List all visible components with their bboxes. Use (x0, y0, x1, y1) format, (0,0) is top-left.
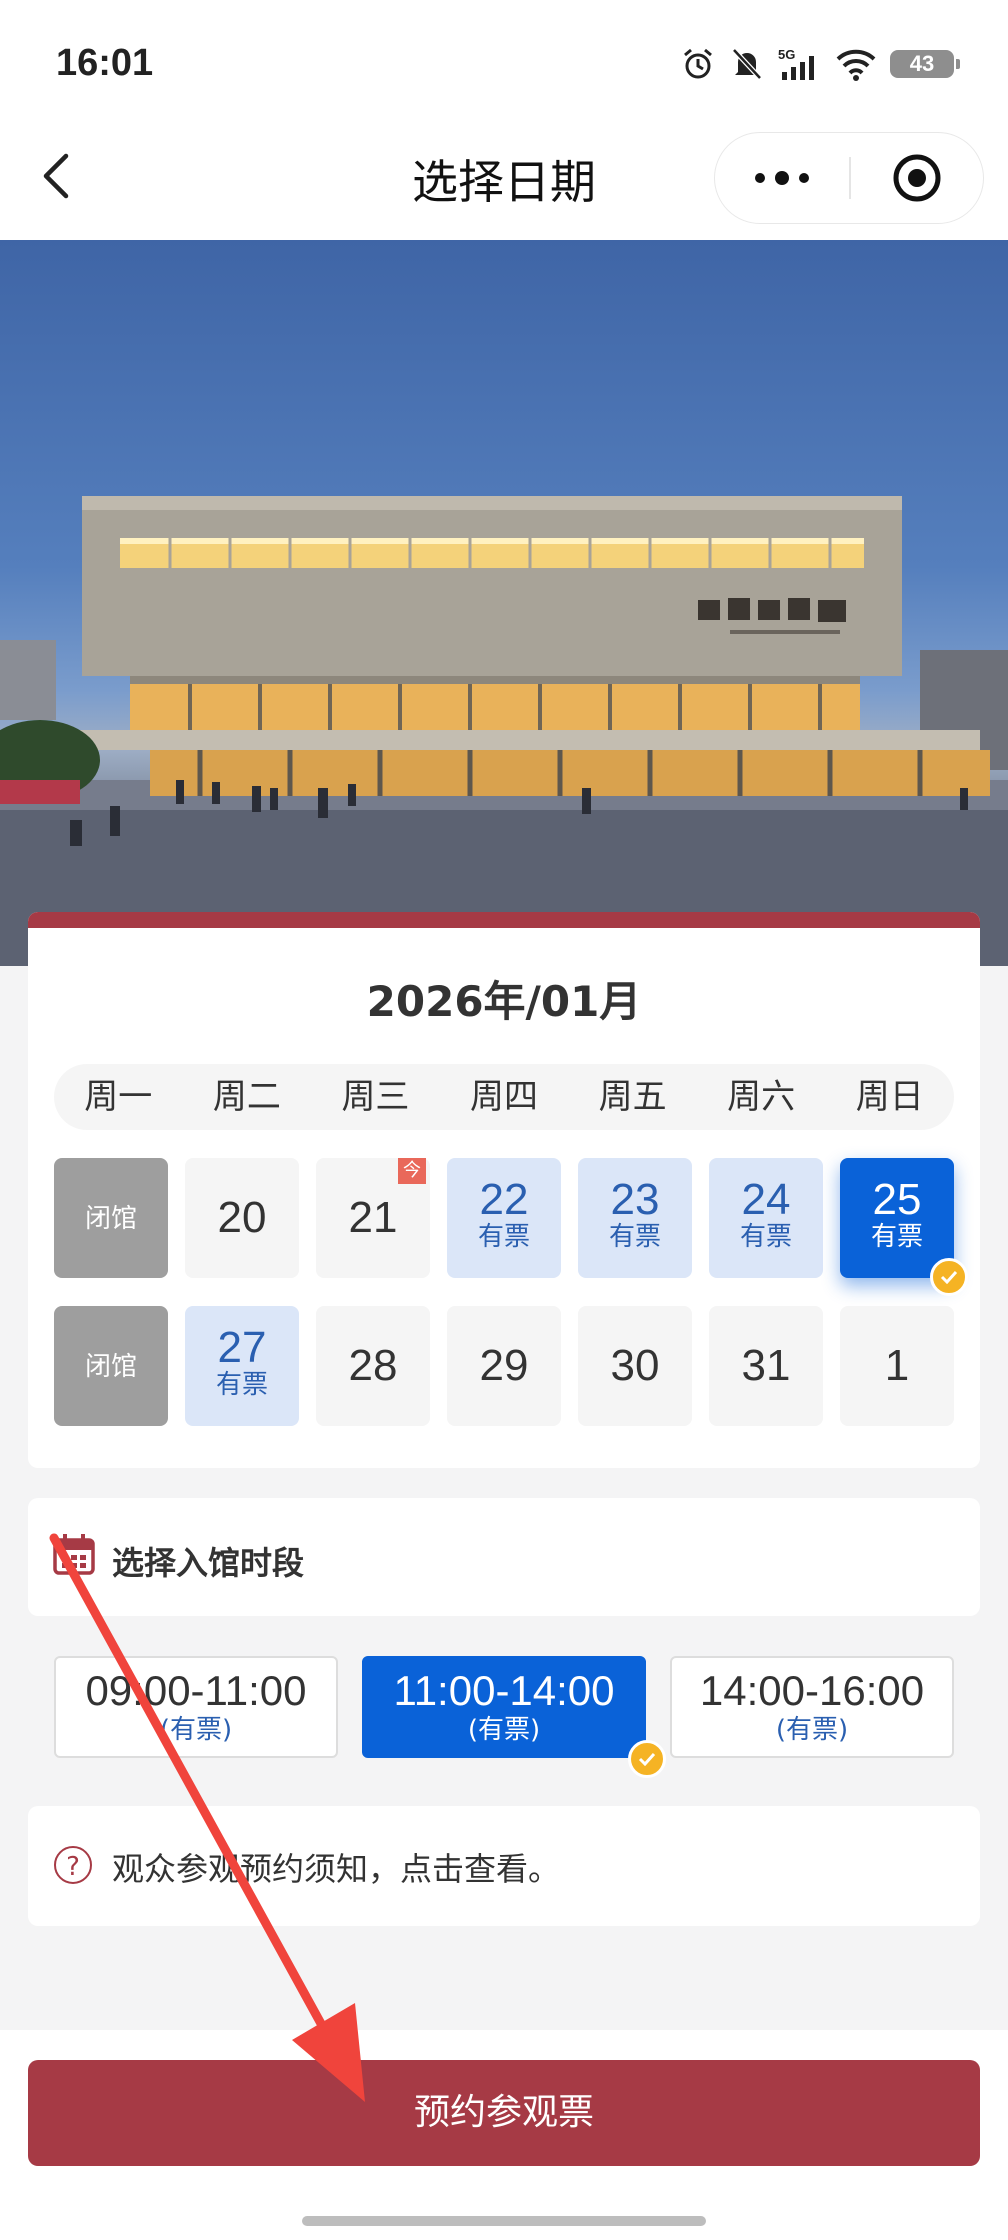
day-cell-today[interactable]: 21 今 (316, 1158, 430, 1278)
card-accent-bar (28, 912, 980, 928)
more-dots-icon (755, 171, 809, 185)
weekday-wed: 周三 (341, 1077, 410, 1117)
home-indicator (302, 2216, 706, 2226)
status-icons: 5G 43 (680, 44, 960, 84)
mini-program-capsule (714, 132, 984, 224)
book-ticket-button[interactable]: 预约参观票 (28, 2060, 980, 2166)
weekday-mon: 周一 (84, 1077, 153, 1117)
target-circle-icon (893, 154, 941, 202)
day-cell[interactable]: 1 (840, 1306, 954, 1426)
weekday-header: 周一 周二 周三 周四 周五 周六 周日 (54, 1064, 954, 1130)
weekday-sat: 周六 (727, 1077, 796, 1117)
weekday-thu: 周四 (470, 1077, 539, 1117)
time-slot-title: 选择入馆时段 (112, 1544, 305, 1582)
day-cell-closed: 闭馆 (54, 1158, 168, 1278)
day-cell-available[interactable]: 24 有票 (709, 1158, 823, 1278)
time-slot-option[interactable]: 14:00-16:00 (有票) (670, 1656, 954, 1758)
time-slot-list: 09:00-11:00 (有票) 11:00-14:00 (有票) 14:00-… (28, 1616, 980, 1786)
day-cell[interactable]: 28 (316, 1306, 430, 1426)
day-cell-available[interactable]: 23 有票 (578, 1158, 692, 1278)
today-badge: 今 (398, 1158, 426, 1184)
selected-check-icon (930, 1258, 968, 1296)
calendar-card: 2026年/01月 周一 周二 周三 周四 周五 周六 周日 闭馆 20 21 … (28, 912, 980, 1468)
svg-text:5G: 5G (778, 47, 795, 62)
time-slot-option[interactable]: 09:00-11:00 (有票) (54, 1656, 338, 1758)
notice-text: 观众参观预约须知，点击查看。 (112, 1850, 561, 1888)
day-cell-available[interactable]: 22 有票 (447, 1158, 561, 1278)
museum-hero-image (0, 240, 1008, 966)
alarm-icon (684, 48, 712, 79)
selected-check-icon (628, 1740, 666, 1778)
close-mini-program-button[interactable] (851, 133, 983, 223)
bottom-action-bar: 预约参观票 (0, 2030, 1008, 2240)
calendar-icon (53, 1534, 95, 1575)
more-button[interactable] (715, 133, 849, 223)
status-time: 16:01 (56, 42, 154, 84)
weekday-fri: 周五 (598, 1077, 667, 1117)
day-cell[interactable]: 30 (578, 1306, 692, 1426)
day-cell[interactable]: 29 (447, 1306, 561, 1426)
time-slot-header: 选择入馆时段 (28, 1498, 980, 1616)
weekday-sun: 周日 (855, 1077, 924, 1117)
time-slot-option-selected[interactable]: 11:00-14:00 (有票) (362, 1656, 646, 1758)
month-title: 2026年/01月 (366, 977, 642, 1026)
day-cell-closed: 闭馆 (54, 1306, 168, 1426)
visit-notice-link[interactable]: ? 观众参观预约须知，点击查看。 (28, 1806, 980, 1926)
day-cell[interactable]: 20 (185, 1158, 299, 1278)
mute-bell-icon (732, 48, 762, 80)
weekday-tue: 周二 (212, 1077, 281, 1117)
battery-indicator: 43 (890, 50, 960, 78)
status-bar: 16:01 5G 43 (0, 0, 1008, 120)
wifi-icon (836, 49, 876, 81)
question-icon: ? (54, 1846, 92, 1884)
nav-bar: 选择日期 (0, 120, 1008, 240)
day-cell-selected[interactable]: 25 有票 (840, 1158, 954, 1278)
day-cell-available[interactable]: 27 有票 (185, 1306, 299, 1426)
signal-5g-icon: 5G (778, 47, 814, 80)
day-cell[interactable]: 31 (709, 1306, 823, 1426)
